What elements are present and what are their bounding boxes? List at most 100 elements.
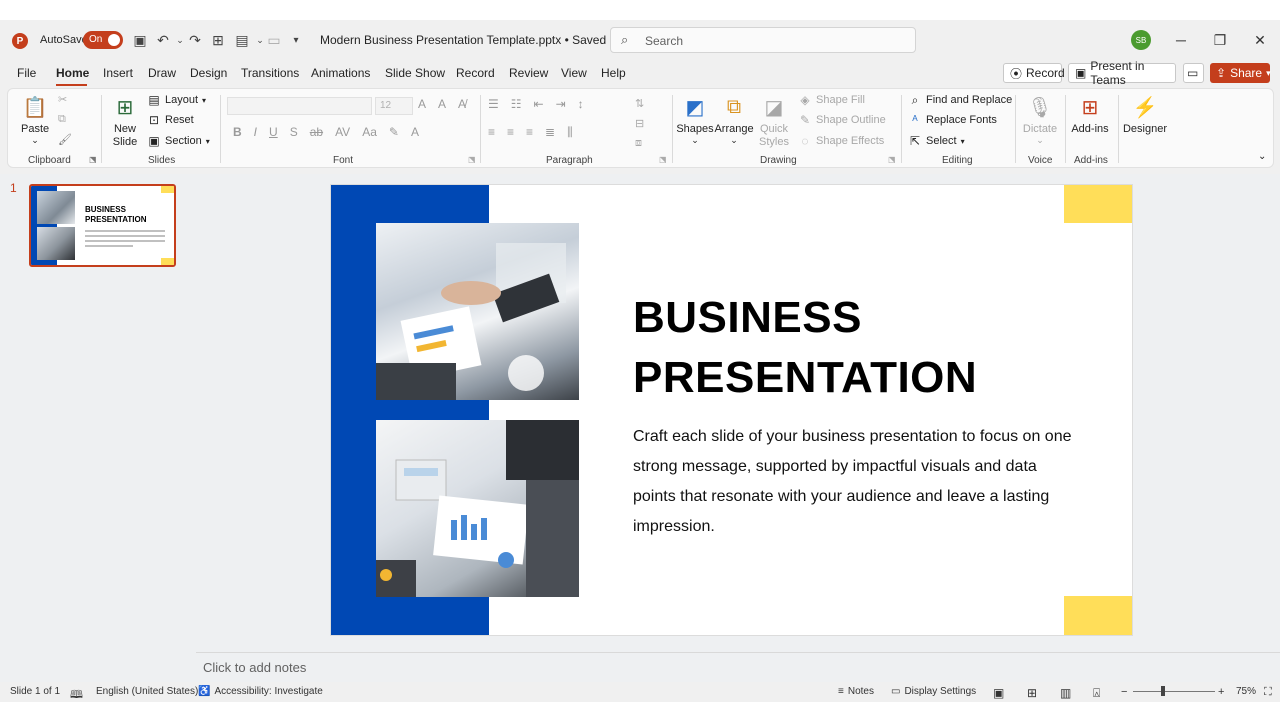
copy-icon[interactable]: ⧉: [58, 113, 66, 126]
grow-font-icon[interactable]: A: [418, 97, 426, 111]
increase-indent-icon[interactable]: ⇥: [556, 97, 566, 111]
addins-button[interactable]: ⊞ Add-ins: [1070, 93, 1110, 136]
slide-sorter-icon[interactable]: ⊞: [1027, 686, 1037, 700]
format-painter-icon[interactable]: 🖌: [58, 133, 72, 146]
tab-insert[interactable]: Insert: [103, 66, 133, 80]
shape-effects-button[interactable]: ◌ Shape Effects: [798, 134, 884, 148]
font-name-combo[interactable]: [227, 97, 372, 115]
present-in-teams-button[interactable]: ▣ Present in Teams: [1068, 59, 1176, 87]
user-avatar[interactable]: SB: [1131, 30, 1151, 50]
align-text-icon[interactable]: ⊟: [635, 117, 644, 130]
tab-record[interactable]: Record: [456, 66, 495, 80]
select-button[interactable]: ⇱ Select ▾: [908, 134, 965, 148]
zoom-slider-thumb[interactable]: [1161, 686, 1165, 696]
align-left-icon[interactable]: ≡: [488, 125, 495, 140]
slide-thumbnail[interactable]: BUSINESS PRESENTATION: [29, 184, 176, 267]
reading-view-icon[interactable]: ▥: [1060, 686, 1071, 700]
search-box[interactable]: ⌕ Search: [610, 27, 916, 53]
bullets-icon[interactable]: ☰: [488, 97, 499, 111]
font-launcher-icon[interactable]: ⬔: [468, 155, 476, 164]
shapes-button[interactable]: ◩ Shapes ⌄: [676, 93, 713, 146]
comments-button[interactable]: ▭: [1183, 63, 1204, 83]
redo-icon[interactable]: ↷: [186, 31, 204, 49]
drawing-launcher-icon[interactable]: ⬔: [888, 155, 896, 164]
layout-button[interactable]: ▤ Layout ▾: [147, 93, 206, 107]
numbering-icon[interactable]: ☷: [511, 97, 522, 111]
new-slide-button[interactable]: ⊞ New Slide: [109, 93, 141, 149]
notes-placeholder[interactable]: Click to add notes: [203, 660, 306, 675]
decrease-indent-icon[interactable]: ⇤: [534, 97, 544, 111]
display-settings-button[interactable]: ▭ Display Settings: [891, 686, 976, 697]
tab-view[interactable]: View: [561, 66, 587, 80]
tab-file[interactable]: File: [17, 66, 36, 80]
share-button[interactable]: ⇪ Share ▾: [1210, 63, 1271, 83]
text-direction-icon[interactable]: ⇅: [635, 97, 644, 110]
minimize-icon[interactable]: ─: [1171, 30, 1191, 50]
find-and-replace-button[interactable]: ⌕ Find and Replace: [908, 93, 1013, 107]
tab-review[interactable]: Review: [509, 66, 548, 80]
quick-styles-button[interactable]: ◪ Quick Styles: [757, 93, 791, 149]
designer-button[interactable]: ⚡ Designer: [1123, 93, 1167, 136]
smartart-icon[interactable]: ⧈: [635, 137, 642, 150]
normal-view-icon[interactable]: ▣: [993, 686, 1004, 700]
tab-home[interactable]: Home: [56, 66, 89, 80]
arrange-button[interactable]: ⧉ Arrange ⌄: [714, 93, 753, 146]
document-title[interactable]: Modern Business Presentation Template.pp…: [320, 33, 618, 47]
zoom-level[interactable]: 75%: [1236, 686, 1256, 697]
tab-animations[interactable]: Animations: [311, 66, 370, 80]
spelling-icon[interactable]: 🕮: [70, 686, 83, 705]
save-icon[interactable]: ▣: [131, 31, 149, 49]
italic-icon[interactable]: I: [254, 125, 257, 139]
zoom-out-icon[interactable]: −: [1121, 686, 1127, 698]
slide-photo-meeting[interactable]: [376, 223, 579, 400]
autosave-toggle[interactable]: On: [83, 31, 123, 49]
change-case-icon[interactable]: Aa: [362, 125, 377, 139]
undo-icon[interactable]: ↶: [154, 31, 172, 49]
paste-button[interactable]: 📋 Paste ⌄: [21, 93, 49, 146]
align-right-icon[interactable]: ≡: [526, 125, 533, 140]
strikethrough-icon[interactable]: ab: [310, 125, 323, 139]
shadow-icon[interactable]: S: [290, 125, 298, 139]
present-from-start-icon[interactable]: ⊞: [209, 31, 227, 49]
columns-icon[interactable]: ⫼: [567, 125, 573, 140]
line-spacing-icon[interactable]: ↕: [578, 97, 584, 111]
character-spacing-icon[interactable]: AV: [335, 125, 350, 139]
shape-fill-button[interactable]: ◈ Shape Fill: [798, 93, 865, 107]
notes-toggle[interactable]: ≡ Notes: [838, 686, 874, 697]
tab-transitions[interactable]: Transitions: [241, 66, 299, 80]
clipboard-launcher-icon[interactable]: ⬔: [89, 155, 97, 164]
cut-icon[interactable]: ✂: [58, 93, 67, 106]
section-button[interactable]: ▣ Section ▾: [147, 134, 209, 148]
underline-icon[interactable]: U: [269, 125, 278, 139]
highlight-icon[interactable]: ✎: [389, 125, 399, 139]
clear-formatting-icon[interactable]: A̸: [458, 97, 466, 111]
dictate-button[interactable]: 🎙 Dictate ⌄: [1022, 93, 1058, 146]
restore-icon[interactable]: ❐: [1210, 30, 1230, 50]
bold-icon[interactable]: B: [233, 125, 242, 139]
customize-qat-icon[interactable]: ▾: [287, 31, 305, 49]
shape-outline-button[interactable]: ✎ Shape Outline: [798, 113, 886, 127]
slideshow-icon[interactable]: ⍓: [1093, 686, 1100, 701]
shrink-font-icon[interactable]: A: [438, 97, 446, 111]
align-center-icon[interactable]: ≡: [507, 125, 514, 140]
slide-body-text[interactable]: Craft each slide of your business presen…: [633, 422, 1073, 542]
language-indicator[interactable]: English (United States): [96, 686, 198, 697]
comment-icon[interactable]: ▭: [265, 31, 283, 49]
tab-slide-show[interactable]: Slide Show: [385, 66, 445, 80]
reset-button[interactable]: ⊡ Reset: [147, 113, 194, 127]
font-size-combo[interactable]: 12: [375, 97, 413, 115]
paragraph-launcher-icon[interactable]: ⬔: [659, 155, 667, 164]
close-icon[interactable]: ✕: [1250, 30, 1270, 50]
replace-fonts-button[interactable]: ᴬ Replace Fonts: [908, 113, 997, 127]
zoom-slider-track[interactable]: [1133, 691, 1215, 692]
accessibility-checker[interactable]: ♿ Accessibility: Investigate: [198, 686, 323, 697]
justify-icon[interactable]: ≣: [545, 125, 555, 140]
slide-canvas[interactable]: BUSINESS PRESENTATION Craft each slide o…: [331, 185, 1132, 635]
tab-draw[interactable]: Draw: [148, 66, 176, 80]
tab-design[interactable]: Design: [190, 66, 227, 80]
slide-photo-charts[interactable]: [376, 420, 579, 597]
slide-title[interactable]: BUSINESS PRESENTATION: [633, 288, 977, 408]
fit-to-window-icon[interactable]: ⛶: [1264, 686, 1272, 699]
font-color-icon[interactable]: A: [411, 125, 419, 139]
layout-icon[interactable]: ▤: [233, 31, 251, 49]
